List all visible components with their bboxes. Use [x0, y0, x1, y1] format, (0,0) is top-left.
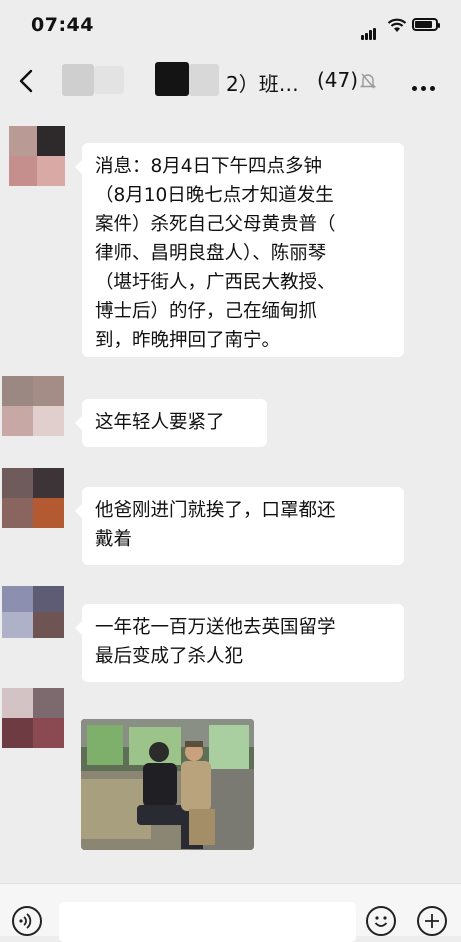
photo-scene — [81, 719, 254, 850]
wifi-icon — [387, 18, 407, 32]
member-count: (47) — [317, 68, 359, 92]
message-bubble[interactable]: 他爸刚进门就挨了，口罩都还 戴着 — [75, 487, 404, 565]
plus-icon[interactable] — [417, 906, 447, 936]
avatar[interactable] — [2, 376, 64, 436]
status-time: 07:44 — [31, 14, 94, 36]
voice-icon[interactable] — [12, 906, 42, 936]
message-bubble[interactable]: 消息：8月4日下午四点多钟 （8月10日晚七点才知道发生 案件）杀死自己父母黄贵… — [75, 143, 404, 357]
chevron-left-icon[interactable] — [14, 67, 38, 95]
message-bubble[interactable]: 一年花一百万送他去英国留学 最后变成了杀人犯 — [75, 604, 404, 682]
avatar[interactable] — [2, 586, 64, 638]
bell-muted-icon — [360, 73, 376, 89]
emoji-icon[interactable] — [366, 906, 396, 936]
battery-icon — [412, 18, 440, 31]
message-input[interactable] — [59, 902, 356, 942]
status-bar: 07:44 — [0, 0, 461, 50]
photo-thumbnail[interactable] — [81, 719, 254, 850]
more-dots-icon[interactable] — [412, 76, 439, 95]
chat-header: 2）班… (47) — [0, 50, 461, 110]
signal-icon — [361, 21, 377, 40]
avatar[interactable] — [2, 468, 64, 528]
chat-input-bar — [0, 883, 461, 942]
battery-level — [415, 21, 432, 28]
avatar[interactable] — [9, 126, 65, 186]
message-bubble[interactable]: 这年轻人要紧了 — [75, 399, 267, 447]
chat-title[interactable]: 2）班… — [226, 68, 299, 97]
avatar[interactable] — [2, 688, 64, 748]
